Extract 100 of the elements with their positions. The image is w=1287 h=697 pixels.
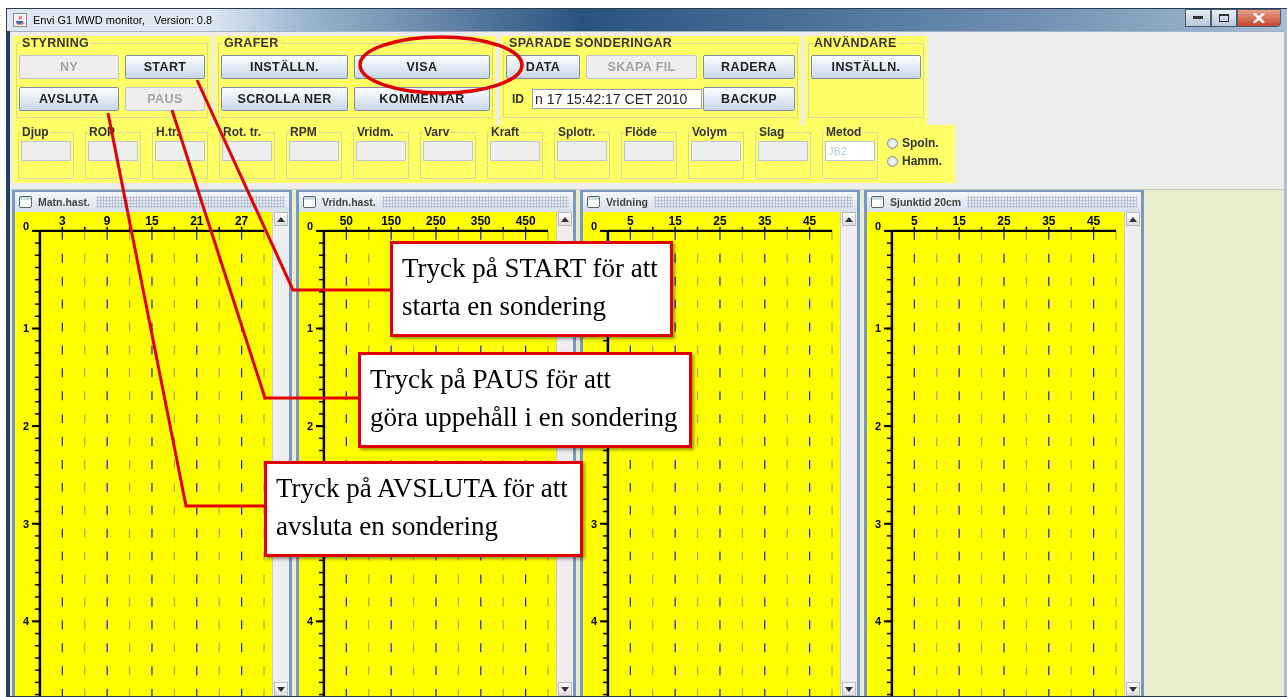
axis-label: 5 bbox=[911, 213, 918, 228]
reading-field[interactable] bbox=[289, 141, 339, 161]
axis-label: 3 bbox=[59, 213, 66, 228]
reading-field[interactable] bbox=[624, 141, 674, 161]
axis-label: 15 bbox=[952, 213, 966, 228]
axis-label: 9 bbox=[103, 213, 111, 228]
id-field[interactable]: n 17 15:42:17 CET 2010 bbox=[532, 89, 702, 109]
reading-label: Djup bbox=[21, 125, 50, 139]
action-button[interactable]: INSTÄLLN. bbox=[811, 55, 921, 79]
axis-label: 1 bbox=[306, 322, 313, 335]
action-button[interactable]: RADERA bbox=[703, 55, 795, 79]
action-button[interactable]: BACKUP bbox=[703, 87, 795, 111]
radio-icon[interactable] bbox=[887, 137, 898, 149]
axis-label: 27 bbox=[235, 213, 249, 228]
radio-label: Hamm. bbox=[902, 154, 942, 168]
window-icon bbox=[19, 196, 32, 208]
reading-field[interactable] bbox=[557, 141, 607, 161]
field-label: ID bbox=[512, 92, 524, 106]
frame-title: Vridning bbox=[606, 196, 648, 208]
action-button[interactable]: DATA bbox=[506, 55, 580, 79]
radio-label: Spoln. bbox=[902, 136, 939, 150]
reading-label: H.tr. bbox=[155, 125, 181, 139]
reading-field[interactable] bbox=[423, 141, 473, 161]
maximize-icon[interactable] bbox=[1219, 14, 1229, 22]
axis-label: 45 bbox=[803, 213, 817, 228]
scroll-down-icon[interactable] bbox=[845, 686, 853, 692]
axis-label: 0 bbox=[590, 219, 597, 232]
axis-label: 1 bbox=[874, 322, 881, 335]
scroll-down-icon[interactable] bbox=[277, 686, 285, 692]
scrollbar[interactable] bbox=[1124, 212, 1141, 696]
window-icon bbox=[587, 196, 600, 208]
radio-option[interactable]: Spoln. bbox=[887, 136, 942, 150]
close-button[interactable] bbox=[1237, 9, 1281, 27]
axis-label: 21 bbox=[190, 213, 204, 228]
axis-label: 35 bbox=[758, 213, 772, 228]
axis-label: 3 bbox=[590, 517, 597, 530]
reading-field[interactable] bbox=[155, 141, 205, 161]
scroll-up-icon[interactable] bbox=[277, 216, 285, 222]
scroll-up-icon[interactable] bbox=[845, 216, 853, 222]
reading-field[interactable] bbox=[222, 141, 272, 161]
reading-label: Metod bbox=[825, 125, 863, 139]
group-title: STYRNING bbox=[21, 36, 90, 50]
minimize-button[interactable] bbox=[1185, 9, 1211, 27]
callout-tooltip: Tryck på START för att starta en sondering bbox=[390, 241, 673, 337]
action-button[interactable]: INSTÄLLN. bbox=[221, 55, 348, 79]
frame-title: Sjunktid 20cm bbox=[890, 196, 962, 208]
axis-label: 50 bbox=[339, 213, 353, 228]
axis-label: 0 bbox=[874, 219, 881, 232]
reading-label: Volym bbox=[691, 125, 729, 139]
axis-label: 1 bbox=[22, 322, 29, 335]
maximize-button[interactable] bbox=[1211, 9, 1237, 27]
window-title: Envi G1 MWD monitor, Version: 0.8 bbox=[33, 14, 213, 26]
reading-field[interactable] bbox=[356, 141, 406, 161]
frame-title: Vridn.hast. bbox=[322, 196, 376, 208]
reading-label: Splotr. bbox=[557, 125, 597, 139]
scrollbar[interactable] bbox=[840, 212, 857, 696]
minimize-icon[interactable] bbox=[1193, 16, 1203, 20]
scroll-down-icon[interactable] bbox=[561, 686, 569, 692]
window-icon bbox=[303, 196, 316, 208]
axis-label: 25 bbox=[713, 213, 727, 228]
axis-label: 2 bbox=[22, 420, 29, 433]
scroll-down-icon[interactable] bbox=[1129, 686, 1137, 692]
axis-label: 2 bbox=[306, 420, 313, 433]
group-title: ANVÄNDARE bbox=[813, 36, 898, 50]
group-title: SPARADE SONDERINGAR bbox=[508, 36, 674, 50]
axis-label: 4 bbox=[874, 615, 881, 628]
action-button[interactable]: VISA bbox=[354, 55, 490, 79]
axis-label: 25 bbox=[997, 213, 1011, 228]
axis-label: 3 bbox=[22, 517, 29, 530]
axis-label: 4 bbox=[306, 615, 313, 628]
action-button[interactable]: START bbox=[125, 55, 205, 79]
axis-label: 5 bbox=[627, 213, 634, 228]
axis-label: 250 bbox=[426, 213, 446, 228]
scroll-up-icon[interactable] bbox=[561, 216, 569, 222]
frame-title: Matn.hast. bbox=[38, 196, 90, 208]
reading-field[interactable] bbox=[21, 141, 71, 161]
reading-label: Varv bbox=[423, 125, 451, 139]
close-icon[interactable] bbox=[1253, 13, 1265, 23]
axis-label: 3 bbox=[874, 517, 881, 530]
reading-field[interactable] bbox=[691, 141, 741, 161]
action-button[interactable]: AVSLUTA bbox=[19, 87, 119, 111]
axis-label: 4 bbox=[22, 615, 29, 628]
callout-tooltip: Tryck på AVSLUTA för att avsluta en sondering bbox=[264, 461, 583, 557]
scroll-up-icon[interactable] bbox=[1129, 216, 1137, 222]
group-title: GRAFER bbox=[223, 36, 280, 50]
radio-icon[interactable] bbox=[887, 155, 898, 167]
reading-label: Flöde bbox=[624, 125, 658, 139]
reading-field[interactable] bbox=[758, 141, 808, 161]
action-button[interactable]: SCROLLA NER bbox=[221, 87, 348, 111]
axis-label: 4 bbox=[590, 615, 597, 628]
reading-label: RPM bbox=[289, 125, 318, 139]
axis-label: 150 bbox=[381, 213, 402, 228]
reading-field[interactable] bbox=[88, 141, 138, 161]
axis-label: 350 bbox=[470, 213, 491, 228]
reading-label: Kraft bbox=[490, 125, 520, 139]
cup-icon bbox=[13, 13, 27, 27]
radio-option[interactable]: Hamm. bbox=[887, 154, 942, 168]
reading-field[interactable] bbox=[490, 141, 540, 161]
reading-label: Slag bbox=[758, 125, 786, 139]
reading-label: Vridm. bbox=[356, 125, 395, 139]
